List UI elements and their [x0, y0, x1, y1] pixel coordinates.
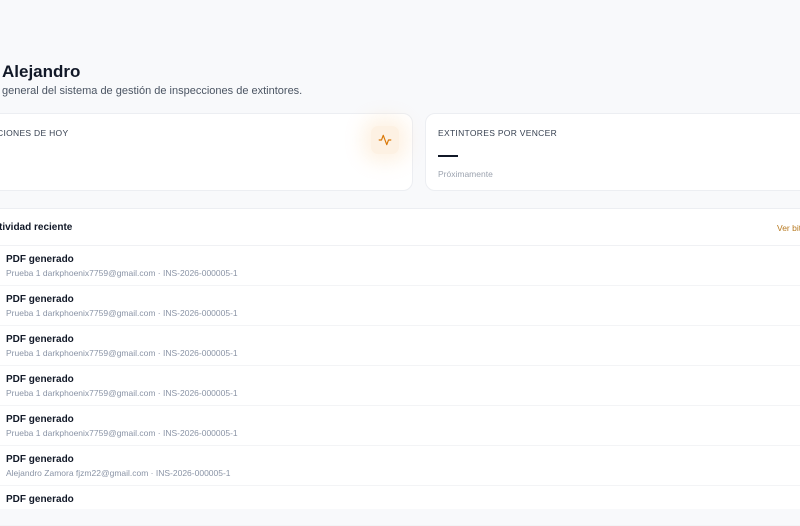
activity-item[interactable]: PDF generado Prueba 1 darkphoenix7759@gma…	[0, 246, 800, 286]
activity-item-detail: Prueba 1 darkphoenix7759@gmail.com · INS…	[6, 308, 238, 318]
activity-item-title: PDF generado	[6, 374, 74, 385]
view-log-link[interactable]: Ver bit	[777, 223, 800, 233]
expiring-extinguishers-label: EXTINTORES POR VENCER	[438, 128, 558, 138]
recent-activity-panel: tividad reciente Ver bit PDF generado Pru…	[0, 208, 800, 526]
greeting-title: Alejandro	[2, 62, 81, 81]
activity-list: PDF generado Prueba 1 darkphoenix7759@gma…	[0, 246, 800, 526]
activity-item[interactable]: PDF generado Alejandro Zamora fjzm22@gmai…	[0, 446, 800, 486]
activity-item[interactable]: PDF generado Prueba 1 darkphoenix7759@gma…	[0, 366, 800, 406]
recent-activity-header: tividad reciente Ver bit	[0, 209, 800, 246]
expiring-extinguishers-card: EXTINTORES POR VENCER	[425, 113, 800, 191]
activity-item-detail: Alejandro Zamora fjzm22@gmail.com · INS-…	[6, 468, 231, 478]
activity-item-detail: Prueba 1 darkphoenix7759@gmail.com · INS…	[6, 428, 238, 438]
activity-item[interactable]: PDF generado Prueba 1 darkphoenix7759@gma…	[0, 286, 800, 326]
activity-item-title: PDF generado	[6, 454, 74, 465]
inspections-today-card: CIONES DE HOY	[0, 113, 413, 191]
activity-item[interactable]: PDF generado Prueba 1 darkphoenix7759@gma…	[0, 406, 800, 446]
activity-item-detail: Prueba 1 darkphoenix7759@gmail.com · INS…	[6, 268, 238, 278]
activity-item-title: PDF generado	[6, 254, 74, 265]
recent-activity-title: tividad reciente	[0, 222, 73, 233]
inspections-today-label: CIONES DE HOY	[0, 128, 69, 138]
activity-item-title: PDF generado	[6, 334, 74, 345]
expiring-footnote: Próximamente	[438, 169, 493, 179]
activity-item-detail: Prueba 1 darkphoenix7759@gmail.com · INS…	[6, 388, 238, 398]
activity-item-detail: Prueba 1 darkphoenix7759@gmail.com · INS…	[6, 348, 238, 358]
activity-item[interactable]: PDF generado	[0, 486, 800, 526]
expiring-value-placeholder	[438, 155, 458, 157]
activity-item-title: PDF generado	[6, 294, 74, 305]
activity-item-title: PDF generado	[6, 414, 74, 425]
activity-icon	[371, 126, 399, 154]
page-subtitle: general del sistema de gestión de inspec…	[2, 85, 303, 97]
activity-item[interactable]: PDF generado Prueba 1 darkphoenix7759@gma…	[0, 326, 800, 366]
